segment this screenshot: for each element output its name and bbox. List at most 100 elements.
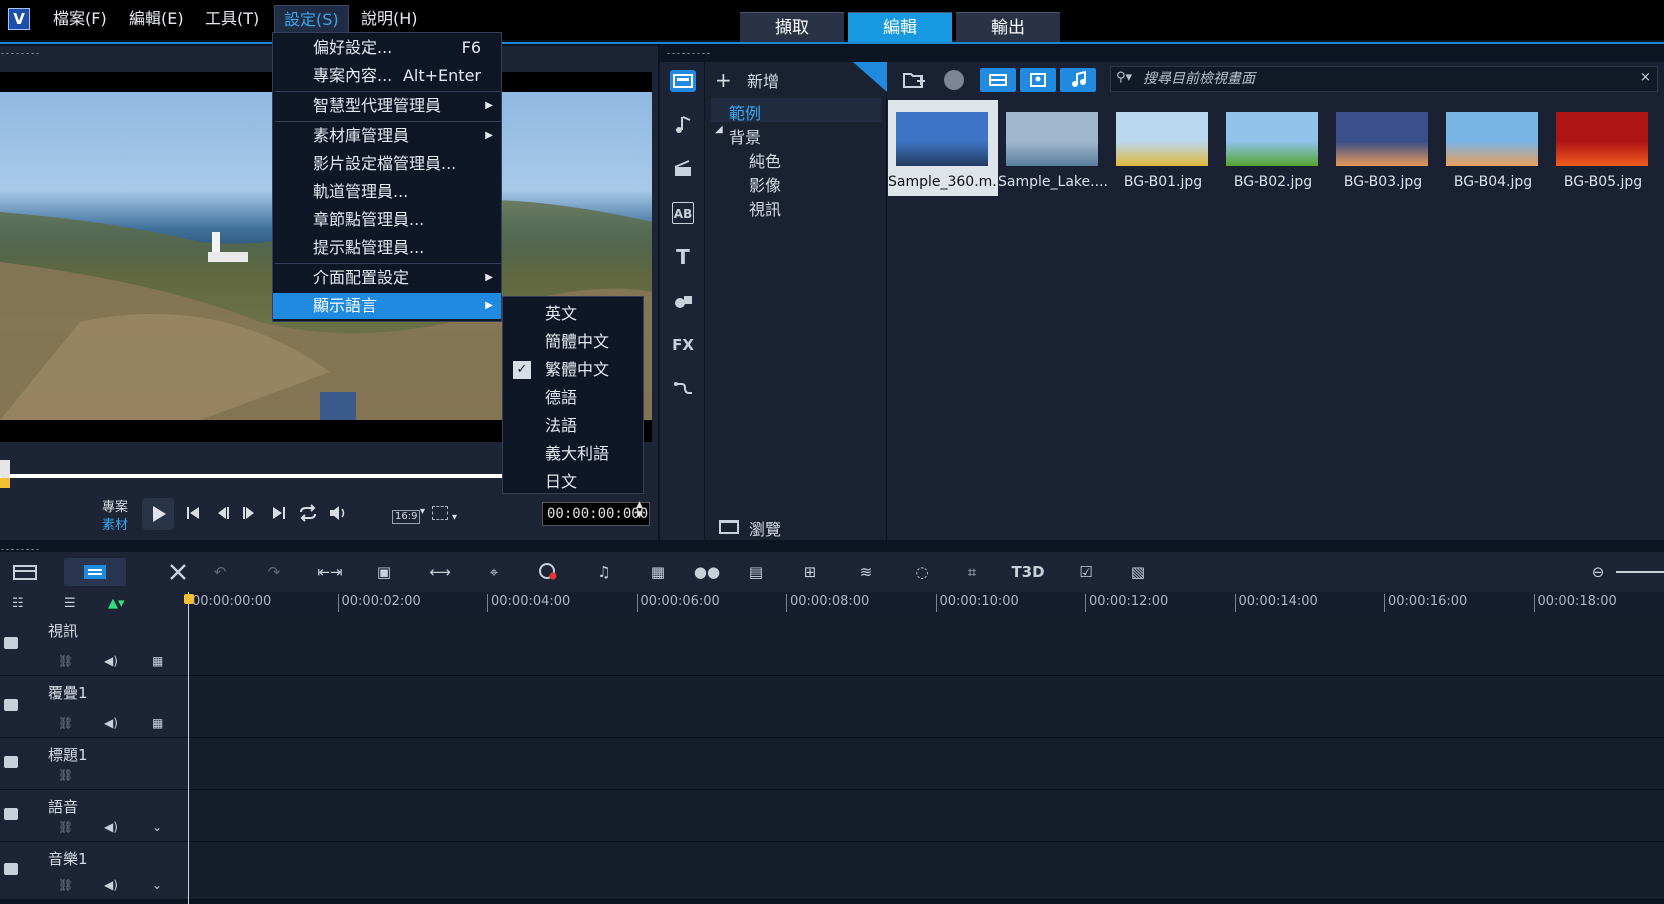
media-library-icon[interactable]: [670, 70, 696, 92]
tree-item-images[interactable]: 影像: [749, 172, 781, 196]
tab-share[interactable]: 輸出: [956, 12, 1060, 44]
lang-japanese[interactable]: 日文: [503, 469, 643, 495]
auto-music-button[interactable]: ♫: [590, 558, 618, 586]
mode-clip[interactable]: 素材: [102, 514, 128, 533]
link-icon[interactable]: ⛓: [58, 716, 73, 730]
aspect-dropdown-icon[interactable]: ▾: [420, 506, 425, 517]
tab-edit[interactable]: 編輯: [848, 12, 952, 44]
tree-item-samples[interactable]: 範例: [729, 100, 761, 124]
scrubber-track[interactable]: [0, 474, 504, 478]
playhead-marker[interactable]: [184, 594, 194, 604]
track-lane[interactable]: [189, 676, 1664, 738]
timeline-grip[interactable]: [0, 548, 40, 551]
screen-record-button[interactable]: ▣: [370, 558, 398, 586]
track-header[interactable]: 音樂1 ⛓ ◀) ⌄: [0, 842, 188, 900]
library-thumbnail[interactable]: BG-B05.jpg: [1548, 100, 1658, 196]
track-header[interactable]: 覆疊1 ⛓ ◀) ▦: [0, 676, 188, 738]
menu-item-cue-manager[interactable]: 提示點管理員...: [273, 235, 501, 261]
menu-item-project-properties[interactable]: 專案內容... Alt+Enter: [273, 63, 501, 89]
record-voice-button[interactable]: [534, 558, 562, 586]
menu-item-profile-manager[interactable]: 影片設定檔管理員...: [273, 151, 501, 177]
title-ab-icon[interactable]: AB: [672, 202, 694, 224]
graphics-icon[interactable]: [672, 290, 694, 312]
lang-traditional-chinese[interactable]: ✓ 繁體中文: [503, 357, 643, 383]
menu-settings[interactable]: 設定(S): [274, 5, 349, 33]
library-search-input[interactable]: 搜尋目前檢視畫面: [1110, 66, 1658, 92]
menu-help[interactable]: 說明(H): [352, 5, 427, 33]
home-button[interactable]: [184, 504, 202, 522]
timecode-display[interactable]: 00:00:00:000: [542, 502, 650, 526]
lang-italian[interactable]: 義大利語: [503, 441, 643, 467]
menu-file[interactable]: 檔案(F): [44, 5, 116, 33]
prev-frame-button[interactable]: [214, 504, 232, 522]
tab-capture[interactable]: 擷取: [740, 12, 844, 44]
redo-button[interactable]: ↷: [260, 558, 288, 586]
lang-german[interactable]: 德語: [503, 385, 643, 411]
menu-item-layout-settings[interactable]: 介面配置設定 ▶: [273, 265, 501, 291]
panel-grip[interactable]: [0, 52, 40, 55]
track-mute-icon[interactable]: ◀): [104, 820, 118, 834]
track-lane[interactable]: [189, 790, 1664, 842]
tree-item-backgrounds[interactable]: 背景: [729, 124, 761, 148]
storyboard-view-button[interactable]: [10, 558, 40, 586]
track-header[interactable]: 標題1 ⛓: [0, 738, 188, 790]
track-grid-icon[interactable]: ▦: [152, 654, 163, 668]
motion-tracking-button[interactable]: ▦: [644, 558, 672, 586]
track-lane[interactable]: [189, 842, 1664, 900]
pan-zoom-button[interactable]: ⌖: [480, 558, 508, 586]
track-mute-icon[interactable]: ◀): [104, 716, 118, 730]
lang-english[interactable]: 英文: [503, 301, 643, 327]
menu-item-chapter-manager[interactable]: 章節點管理員...: [273, 207, 501, 233]
next-frame-button[interactable]: [240, 504, 258, 522]
link-icon[interactable]: ⛓: [58, 654, 73, 668]
tree-item-videos[interactable]: 視訊: [749, 196, 781, 220]
crop-mode-button[interactable]: [432, 506, 448, 520]
link-icon[interactable]: ⛓: [58, 878, 73, 892]
pin-icon[interactable]: [853, 62, 887, 92]
show-audio-toggle[interactable]: [1060, 68, 1096, 92]
link-icon[interactable]: ⛓: [58, 768, 73, 782]
fit-project-button[interactable]: ⇤⇥: [316, 558, 344, 586]
time-remap-button[interactable]: ◌: [908, 558, 936, 586]
library-grip[interactable]: [666, 52, 712, 55]
track-header[interactable]: 視訊 ⛓ ◀) ▦: [0, 614, 188, 676]
track-mute-icon[interactable]: ◀): [104, 878, 118, 892]
track-expand-icon[interactable]: ⌄: [152, 820, 162, 834]
add-icon[interactable]: +: [715, 70, 732, 90]
repeat-button[interactable]: [298, 504, 318, 522]
lang-simplified-chinese[interactable]: 簡體中文: [503, 329, 643, 355]
add-track-icon[interactable]: ☰: [64, 596, 76, 611]
menu-item-display-language[interactable]: 顯示語言 ▶: [273, 293, 501, 319]
lang-french[interactable]: 法語: [503, 413, 643, 439]
transition-icon[interactable]: [672, 158, 694, 180]
library-thumbnail[interactable]: BG-B03.jpg: [1328, 100, 1438, 196]
instant-project-icon[interactable]: [672, 114, 694, 136]
ripple-edit-icon[interactable]: ▲▾: [108, 596, 125, 611]
library-thumbnail[interactable]: BG-B04.jpg: [1438, 100, 1548, 196]
link-icon[interactable]: ⛓: [58, 820, 73, 834]
menu-item-library-manager[interactable]: 素材庫管理員 ▶: [273, 123, 501, 149]
speed-button[interactable]: ≋: [852, 558, 880, 586]
audio-ducking-button[interactable]: ☑: [1072, 558, 1100, 586]
title-icon[interactable]: T: [672, 246, 694, 268]
menu-edit[interactable]: 編輯(E): [120, 5, 193, 33]
tree-expand-icon[interactable]: ◢: [715, 124, 723, 135]
play-button[interactable]: [142, 498, 174, 530]
tree-item-solid-colors[interactable]: 純色: [749, 148, 781, 172]
split-clip-button[interactable]: ⟷: [426, 558, 454, 586]
pan-crop-button[interactable]: ⌗: [958, 558, 986, 586]
import-folder-icon[interactable]: [902, 68, 926, 90]
undo-button[interactable]: ↶: [206, 558, 234, 586]
track-manager-icon[interactable]: ☷: [12, 596, 24, 611]
track-header[interactable]: 語音 ⛓ ◀) ⌄: [0, 790, 188, 842]
mask-creator-button[interactable]: ●●: [690, 558, 724, 586]
crop-dropdown-icon[interactable]: ▾: [452, 512, 457, 523]
track-expand-icon[interactable]: ⌄: [152, 878, 162, 892]
record-capture-icon[interactable]: [944, 70, 964, 90]
timeline-view-button[interactable]: [64, 558, 126, 586]
library-thumbnail[interactable]: BG-B01.jpg: [1108, 100, 1218, 196]
multi-camera-button[interactable]: ⊞: [796, 558, 824, 586]
track-lane[interactable]: [189, 738, 1664, 790]
library-thumbnail[interactable]: Sample_Lake....: [998, 100, 1108, 196]
color-grading-button[interactable]: ▧: [1124, 558, 1152, 586]
